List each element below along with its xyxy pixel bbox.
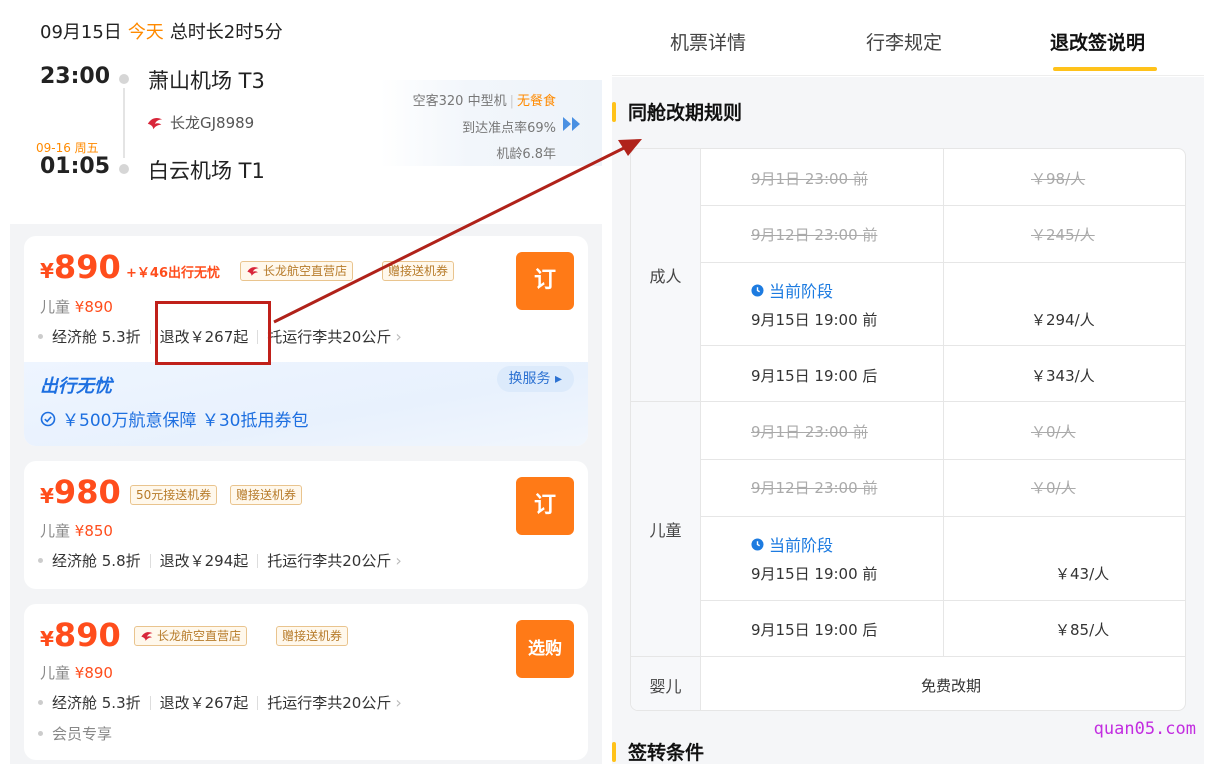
active-tab-indicator	[1053, 67, 1157, 71]
chevron-right-icon: ›	[395, 551, 402, 570]
gift-tag: 赠接送机券	[382, 261, 455, 281]
rule-time: 9月15日 19:00 前	[751, 565, 878, 583]
cabin-info: 经济舱 5.8折	[52, 552, 141, 570]
rule-time: 9月15日 19:00 后	[751, 621, 878, 639]
aircraft-info-box[interactable]: 空客320 中型机 | 无餐食 到达准点率69% 机龄6.8年	[380, 80, 602, 166]
book-button[interactable]: 订	[516, 252, 574, 310]
departure-dot	[119, 74, 129, 84]
swap-service-button[interactable]: 换服务 ▸	[496, 366, 574, 392]
check-circle-icon	[40, 411, 56, 426]
current-stage-label: 当前阶段	[751, 532, 833, 556]
airline-logo-icon	[141, 632, 153, 641]
cabin-info: 经济舱 5.3折	[52, 694, 141, 712]
rule-time: 9月15日 19:00 后	[751, 367, 878, 385]
offer-meta[interactable]: 经济舱 5.8折 退改￥294起 托运行李共20公斤 ›	[38, 550, 402, 571]
child-price: 儿童 ¥890	[40, 298, 113, 316]
offer-card[interactable]: ¥890 +￥46出行无忧 长龙航空直营店 赠接送机券 儿童 ¥890 经济舱 …	[24, 236, 588, 446]
clock-icon	[751, 537, 764, 551]
transfer-coupon-tag: 50元接送机券	[130, 485, 218, 505]
category-adult: 成人	[631, 149, 701, 401]
airline-logo-icon	[247, 267, 259, 276]
clock-icon	[751, 283, 764, 297]
rule-fee: ￥43/人	[1055, 565, 1110, 583]
offer-meta[interactable]: 经济舱 5.3折 退改￥267起 托运行李共20公斤 ›	[38, 692, 402, 713]
rule-fee: ￥98/人	[1031, 170, 1086, 188]
tab-refund-change[interactable]: 退改签说明	[1050, 28, 1145, 55]
baggage-info: 托运行李共20公斤	[267, 552, 392, 570]
store-tag: 长龙航空直营店	[134, 626, 248, 646]
rule-fee: ￥0/人	[1031, 479, 1076, 497]
arrival-time: 01:05	[40, 154, 111, 179]
infant-rule: 免费改期	[921, 677, 982, 695]
flight-number: 长龙GJ8989	[170, 114, 255, 132]
departure-time: 23:00	[40, 64, 111, 89]
offer-card[interactable]: ¥890 长龙航空直营店 赠接送机券 儿童 ¥890 经济舱 5.3折 退改￥2…	[24, 604, 588, 760]
offer-extra: +￥46出行无忧	[126, 266, 220, 281]
flight-summary: 09月15日 今天 总时长2时5分 23:00 萧山机场 T3 长龙GJ8989 0…	[0, 0, 605, 222]
rule-fee: ￥294/人	[1031, 311, 1095, 329]
flight-date: 09月15日	[40, 22, 122, 43]
aircraft-age: 机龄6.8年	[496, 147, 556, 162]
date-line: 09月15日 今天 总时长2时5分	[40, 18, 283, 44]
today-label: 今天	[127, 22, 164, 43]
worry-desc: ￥500万航意保障 ￥30抵用券包	[40, 406, 308, 431]
current-stage-label: 当前阶段	[751, 278, 833, 302]
tab-bar: 机票详情 行李规定 退改签说明	[612, 0, 1204, 76]
chevron-right-icon: ›	[395, 693, 402, 712]
arrival-dot	[119, 164, 129, 174]
section-transfer-conditions: 签转条件	[612, 738, 704, 764]
cabin-info: 经济舱 5.3折	[52, 328, 141, 346]
aircraft-type: 空客320 中型机	[412, 94, 507, 109]
route-line	[123, 88, 125, 158]
rule-time: 9月15日 19:00 前	[751, 311, 878, 329]
gift-tag: 赠接送机券	[276, 626, 349, 646]
rule-time: 9月12日 23:00 前	[751, 479, 878, 497]
aircraft-line: 空客320 中型机 | 无餐食	[412, 94, 556, 109]
rule-time: 9月1日 23:00 前	[751, 170, 868, 188]
rule-fee: ￥343/人	[1031, 367, 1095, 385]
ontime-rate: 到达准点率69%	[462, 121, 556, 136]
airline-info: 长龙GJ8989	[146, 112, 254, 133]
meal-info: 无餐食	[516, 94, 556, 109]
rule-time: 9月12日 23:00 前	[751, 226, 878, 244]
double-arrow-icon[interactable]	[562, 116, 582, 132]
travel-worry-free: 出行无忧 换服务 ▸ ￥500万航意保障 ￥30抵用券包	[24, 362, 588, 446]
offer-price: ¥980	[40, 473, 121, 511]
refund-info[interactable]: 退改￥267起	[160, 692, 249, 713]
airline-logo-icon	[147, 117, 163, 129]
flight-duration: 总时长2时5分	[169, 22, 283, 43]
baggage-info: 托运行李共20公斤	[267, 694, 392, 712]
chevron-right-icon: ›	[395, 327, 402, 346]
store-tag: 长龙航空直营店	[240, 261, 354, 281]
book-button[interactable]: 订	[516, 477, 574, 535]
baggage-info: 托运行李共20公斤	[267, 328, 392, 346]
section-change-rules: 同舱改期规则	[612, 98, 742, 125]
worry-title: 出行无忧	[40, 376, 112, 397]
arrival-airport: 白云机场 T1	[148, 159, 265, 183]
offer-card[interactable]: ¥980 50元接送机券 赠接送机券 儿童 ¥850 经济舱 5.8折 退改￥2…	[24, 461, 588, 589]
rule-fee: ￥245/人	[1031, 226, 1095, 244]
rule-fee: ￥0/人	[1031, 423, 1076, 441]
gift-tag: 赠接送机券	[230, 485, 303, 505]
offer-price: ¥890	[40, 616, 121, 654]
select-button[interactable]: 选购	[516, 620, 574, 678]
category-infant: 婴儿	[631, 657, 701, 710]
annotation-highlight-box	[155, 301, 271, 365]
offer-price: ¥890	[40, 248, 121, 286]
departure-airport: 萧山机场 T3	[148, 69, 265, 93]
rule-time: 9月1日 23:00 前	[751, 423, 868, 441]
child-price: 儿童 ¥850	[40, 522, 113, 540]
rules-panel: 机票详情 行李规定 退改签说明 同舱改期规则 成人 儿童 婴儿 9月1日 23:…	[612, 0, 1214, 764]
change-rules-table: 成人 儿童 婴儿 9月1日 23:00 前 ￥98/人 9月12日 23:00 …	[630, 148, 1186, 711]
refund-info[interactable]: 退改￥294起	[160, 550, 249, 571]
category-child: 儿童	[631, 402, 701, 656]
flight-list-panel: 09月15日 今天 总时长2时5分 23:00 萧山机场 T3 长龙GJ8989 0…	[0, 0, 605, 764]
child-price: 儿童 ¥890	[40, 664, 113, 682]
tab-baggage-rules[interactable]: 行李规定	[866, 28, 942, 55]
member-only: 会员专享	[38, 723, 112, 744]
watermark: quan05.com	[1093, 719, 1196, 739]
rule-fee: ￥85/人	[1055, 621, 1110, 639]
tab-ticket-details[interactable]: 机票详情	[670, 28, 746, 55]
